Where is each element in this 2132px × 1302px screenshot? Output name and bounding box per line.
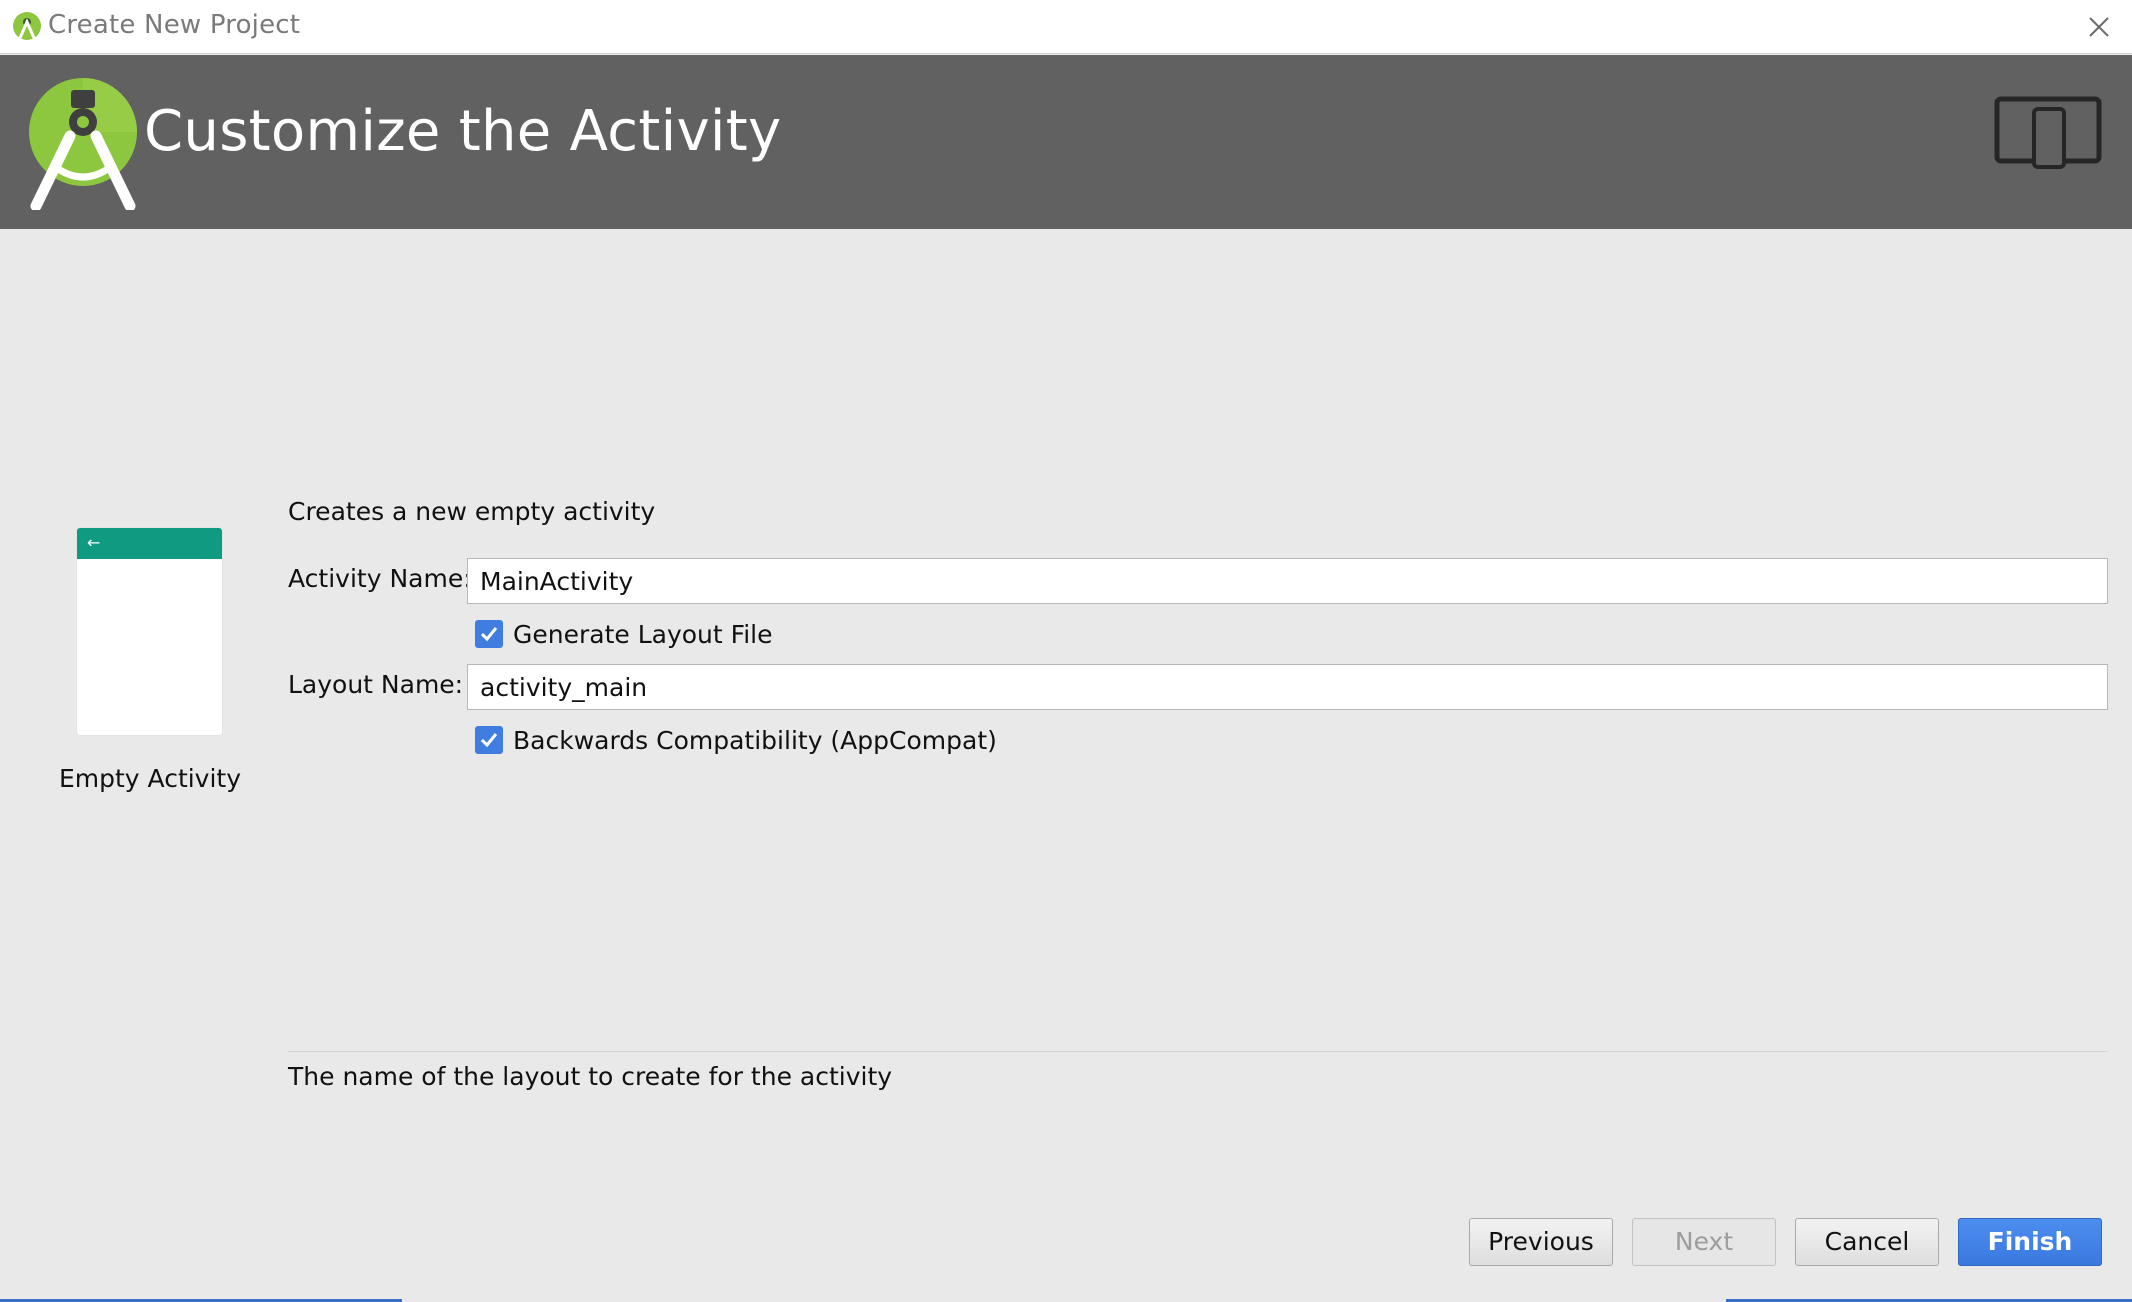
android-studio-logo xyxy=(29,78,137,210)
checkmark-icon xyxy=(480,627,498,642)
backwards-compat-checkbox-row[interactable]: Backwards Compatibility (AppCompat) xyxy=(475,725,997,755)
page-title: Customize the Activity xyxy=(144,99,782,164)
back-arrow-icon: ← xyxy=(87,533,101,552)
window-title-bar: Create New Project xyxy=(0,0,2132,54)
phone-tablet-icon xyxy=(1994,96,2102,169)
wizard-header: Customize the Activity xyxy=(0,55,2132,229)
window-title: Create New Project xyxy=(48,10,301,40)
layout-name-label: Layout Name: xyxy=(288,670,464,699)
activity-name-label: Activity Name: xyxy=(288,564,472,593)
help-divider xyxy=(288,1051,2108,1052)
generate-layout-checkbox-row[interactable]: Generate Layout File xyxy=(475,619,772,649)
layout-name-input[interactable] xyxy=(467,664,2108,710)
preview-toolbar: ← xyxy=(77,528,222,559)
backwards-compat-checkbox[interactable] xyxy=(475,726,503,754)
template-description: Creates a new empty activity xyxy=(288,497,656,526)
cancel-button[interactable]: Cancel xyxy=(1795,1218,1939,1266)
finish-button[interactable]: Finish xyxy=(1958,1218,2102,1266)
activity-name-input[interactable] xyxy=(467,558,2108,604)
generate-layout-checkbox[interactable] xyxy=(475,620,503,648)
next-button[interactable]: Next xyxy=(1632,1218,1776,1266)
template-caption: Empty Activity xyxy=(58,764,242,793)
backwards-compat-label: Backwards Compatibility (AppCompat) xyxy=(513,725,997,755)
previous-button[interactable]: Previous xyxy=(1469,1218,1613,1266)
checkmark-icon xyxy=(480,733,498,748)
help-text: The name of the layout to create for the… xyxy=(288,1062,893,1091)
generate-layout-label: Generate Layout File xyxy=(513,619,773,649)
android-studio-icon xyxy=(13,12,41,40)
wizard-body: ← Empty Activity Creates a new empty act… xyxy=(0,229,2132,1302)
activity-preview-thumbnail: ← xyxy=(77,528,222,735)
close-icon[interactable] xyxy=(2084,12,2114,42)
